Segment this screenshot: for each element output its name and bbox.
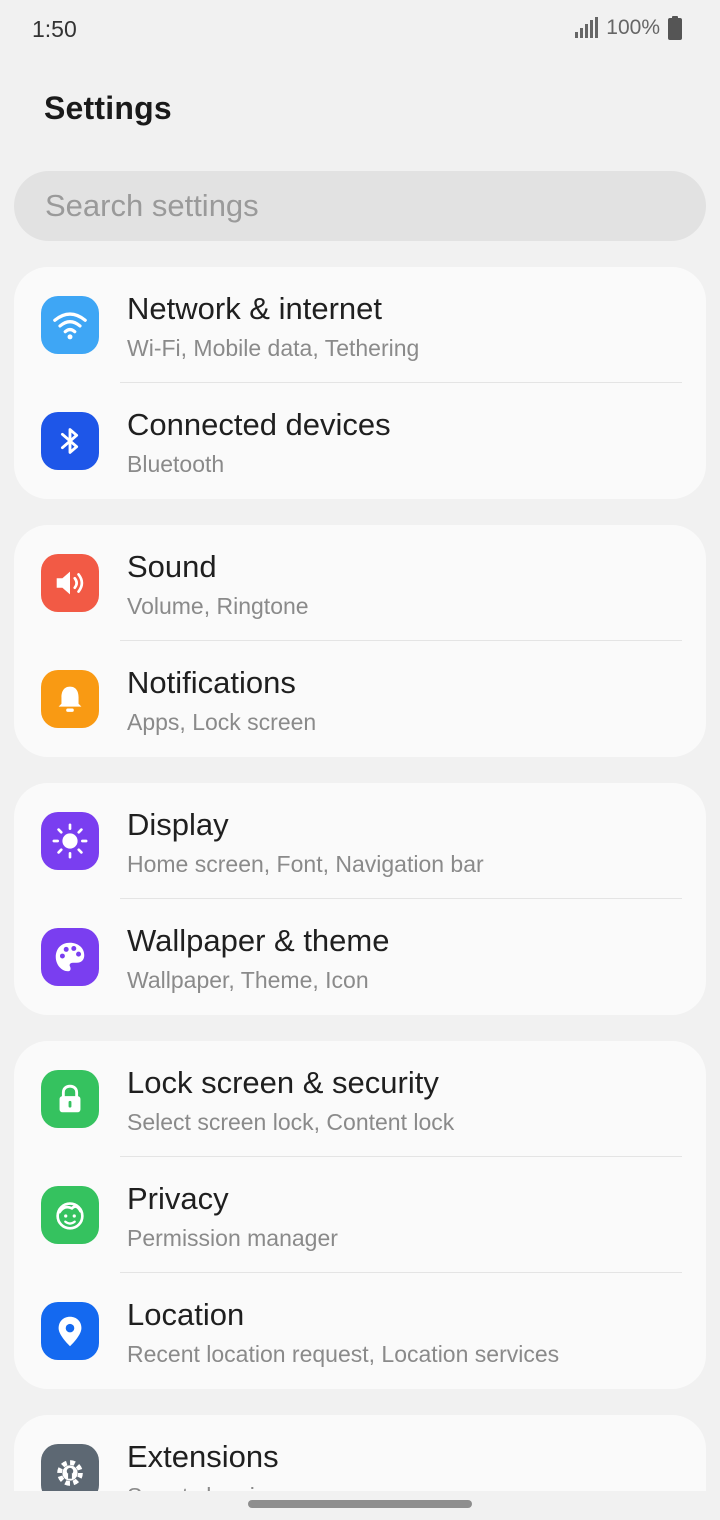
privacy-face-icon [41, 1186, 99, 1244]
settings-item-subtitle: Volume, Ringtone [127, 593, 309, 619]
wifi-icon [41, 296, 99, 354]
settings-item-title: Notifications [127, 665, 296, 700]
settings-item-subtitle: Home screen, Font, Navigation bar [127, 851, 484, 877]
bluetooth-icon [41, 412, 99, 470]
battery-percentage: 100% [606, 16, 660, 39]
settings-item-privacy[interactable]: Privacy Permission manager [14, 1157, 706, 1273]
settings-group-security: Lock screen & security Select screen loc… [14, 1041, 706, 1389]
settings-item-title: Location [127, 1297, 245, 1332]
gear-bulb-icon [41, 1444, 99, 1491]
settings-item-subtitle: Select screen lock, Content lock [127, 1109, 455, 1135]
settings-item-notifications[interactable]: Notifications Apps, Lock screen [14, 641, 706, 757]
brightness-icon [41, 812, 99, 870]
settings-item-title: Wallpaper & theme [127, 923, 390, 958]
speaker-icon [41, 554, 99, 612]
settings-item-subtitle: Smart cleaning [127, 1483, 280, 1491]
settings-item-subtitle: Recent location request, Location servic… [127, 1341, 560, 1367]
settings-group-connectivity: Network & internet Wi-Fi, Mobile data, T… [14, 267, 706, 499]
search-input[interactable] [45, 188, 645, 224]
signal-icon [575, 17, 599, 38]
gesture-nav-handle[interactable] [248, 1500, 472, 1508]
battery-icon [668, 16, 682, 40]
settings-item-network-internet[interactable]: Network & internet Wi-Fi, Mobile data, T… [14, 267, 706, 383]
settings-item-title: Sound [127, 549, 217, 584]
settings-item-title: Lock screen & security [127, 1065, 439, 1100]
page-title: Settings [44, 90, 172, 126]
settings-item-extensions[interactable]: Extensions Smart cleaning [14, 1415, 706, 1491]
lock-icon [41, 1070, 99, 1128]
settings-item-subtitle: Bluetooth [127, 451, 225, 477]
settings-item-subtitle: Wallpaper, Theme, Icon [127, 967, 369, 993]
settings-group-display: Display Home screen, Font, Navigation ba… [14, 783, 706, 1015]
settings-item-title: Extensions [127, 1439, 279, 1474]
settings-item-sound[interactable]: Sound Volume, Ringtone [14, 525, 706, 641]
settings-item-title: Display [127, 807, 229, 842]
status-indicators: 100% [574, 16, 682, 40]
settings-group-extensions: Extensions Smart cleaning [14, 1415, 706, 1491]
settings-item-lock-screen-security[interactable]: Lock screen & security Select screen loc… [14, 1041, 706, 1157]
settings-group-sound: Sound Volume, Ringtone Notifications App… [14, 525, 706, 757]
location-pin-icon [41, 1302, 99, 1360]
settings-item-subtitle: Apps, Lock screen [127, 709, 317, 735]
settings-item-subtitle: Wi-Fi, Mobile data, Tethering [127, 335, 420, 361]
settings-item-connected-devices[interactable]: Connected devices Bluetooth [14, 383, 706, 499]
search-bar[interactable] [14, 171, 706, 241]
settings-item-title: Privacy [127, 1181, 229, 1216]
settings-item-location[interactable]: Location Recent location request, Locati… [14, 1273, 706, 1389]
settings-item-title: Network & internet [127, 291, 382, 326]
status-time: 1:50 [32, 16, 77, 42]
settings-item-display[interactable]: Display Home screen, Font, Navigation ba… [14, 783, 706, 899]
settings-item-title: Connected devices [127, 407, 391, 442]
settings-item-subtitle: Permission manager [127, 1225, 338, 1251]
status-bar: 1:50 100% [0, 0, 720, 60]
bell-icon [41, 670, 99, 728]
palette-icon [41, 928, 99, 986]
settings-item-wallpaper-theme[interactable]: Wallpaper & theme Wallpaper, Theme, Icon [14, 899, 706, 1015]
